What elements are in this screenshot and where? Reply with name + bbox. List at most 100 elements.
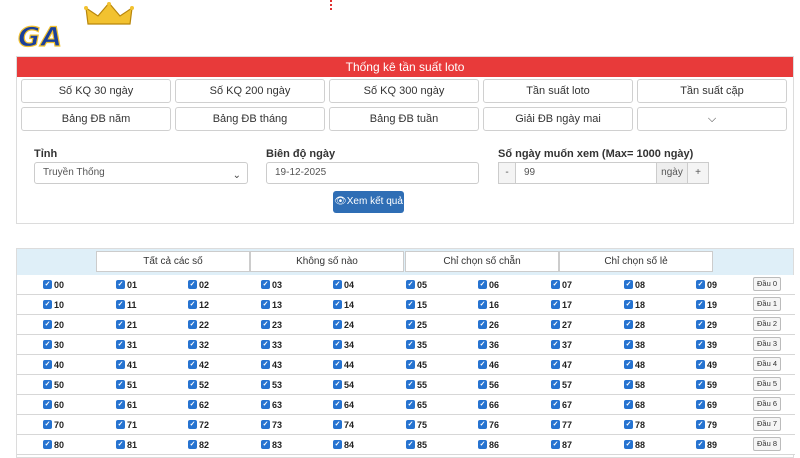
head-select-button[interactable]: Đầu 7 (753, 417, 781, 431)
filter-odd-button[interactable]: Chỉ chọn số lẻ (559, 251, 713, 272)
number-checkbox[interactable]: ✓ 44 (333, 359, 354, 371)
number-checkbox[interactable]: ✓ 71 (116, 419, 137, 431)
site-logo[interactable]: GA KING79 (16, 2, 191, 85)
number-checkbox[interactable]: ✓ 28 (624, 319, 645, 331)
number-checkbox[interactable]: ✓ 35 (406, 339, 427, 351)
province-select[interactable]: Truyền Thống ⌄ (34, 162, 248, 184)
head-select-button[interactable]: Đầu 2 (753, 317, 781, 331)
number-checkbox[interactable]: ✓ 32 (188, 339, 209, 351)
number-checkbox[interactable]: ✓ 75 (406, 419, 427, 431)
number-checkbox[interactable]: ✓ 09 (696, 279, 717, 291)
number-checkbox[interactable]: ✓ 39 (696, 339, 717, 351)
number-checkbox[interactable]: ✓ 14 (333, 299, 354, 311)
number-checkbox[interactable]: ✓ 20 (43, 319, 64, 331)
number-checkbox[interactable]: ✓ 83 (261, 439, 282, 451)
number-checkbox[interactable]: ✓ 05 (406, 279, 427, 291)
number-checkbox[interactable]: ✓ 85 (406, 439, 427, 451)
number-checkbox[interactable]: ✓ 18 (624, 299, 645, 311)
number-checkbox[interactable]: ✓ 42 (188, 359, 209, 371)
number-checkbox[interactable]: ✓ 03 (261, 279, 282, 291)
btn-tan-suat-cap[interactable]: Tần suất cặp (637, 79, 787, 103)
submit-button[interactable]: 👁Xem kết quả (333, 191, 404, 213)
btn-bang-db-nam[interactable]: Bảng ĐB năm (21, 107, 171, 131)
number-checkbox[interactable]: ✓ 15 (406, 299, 427, 311)
number-checkbox[interactable]: ✓ 29 (696, 319, 717, 331)
number-checkbox[interactable]: ✓ 73 (261, 419, 282, 431)
number-checkbox[interactable]: ✓ 22 (188, 319, 209, 331)
number-checkbox[interactable]: ✓ 67 (551, 399, 572, 411)
number-checkbox[interactable]: ✓ 66 (478, 399, 499, 411)
number-checkbox[interactable]: ✓ 57 (551, 379, 572, 391)
number-checkbox[interactable]: ✓ 72 (188, 419, 209, 431)
head-select-button[interactable]: Đầu 6 (753, 397, 781, 411)
number-checkbox[interactable]: ✓ 19 (696, 299, 717, 311)
number-checkbox[interactable]: ✓ 79 (696, 419, 717, 431)
date-field[interactable]: 19-12-2025 (266, 162, 479, 184)
head-select-button[interactable]: Đầu 0 (753, 277, 781, 291)
number-checkbox[interactable]: ✓ 55 (406, 379, 427, 391)
number-checkbox[interactable]: ✓ 10 (43, 299, 64, 311)
number-checkbox[interactable]: ✓ 80 (43, 439, 64, 451)
head-select-button[interactable]: Đầu 4 (753, 357, 781, 371)
number-checkbox[interactable]: ✓ 64 (333, 399, 354, 411)
head-select-button[interactable]: Đầu 3 (753, 337, 781, 351)
number-checkbox[interactable]: ✓ 00 (43, 279, 64, 291)
filter-all-button[interactable]: Tất cả các số (96, 251, 250, 272)
btn-so-kq-200[interactable]: Số KQ 200 ngày (175, 79, 325, 103)
number-checkbox[interactable]: ✓ 36 (478, 339, 499, 351)
head-select-button[interactable]: Đầu 1 (753, 297, 781, 311)
days-plus-button[interactable]: + (687, 162, 709, 184)
number-checkbox[interactable]: ✓ 59 (696, 379, 717, 391)
number-checkbox[interactable]: ✓ 61 (116, 399, 137, 411)
number-checkbox[interactable]: ✓ 56 (478, 379, 499, 391)
number-checkbox[interactable]: ✓ 31 (116, 339, 137, 351)
number-checkbox[interactable]: ✓ 78 (624, 419, 645, 431)
number-checkbox[interactable]: ✓ 38 (624, 339, 645, 351)
number-checkbox[interactable]: ✓ 87 (551, 439, 572, 451)
number-checkbox[interactable]: ✓ 37 (551, 339, 572, 351)
number-checkbox[interactable]: ✓ 07 (551, 279, 572, 291)
btn-so-kq-300[interactable]: Số KQ 300 ngày (329, 79, 479, 103)
btn-bang-db-thang[interactable]: Bảng ĐB tháng (175, 107, 325, 131)
number-checkbox[interactable]: ✓ 81 (116, 439, 137, 451)
number-checkbox[interactable]: ✓ 04 (333, 279, 354, 291)
number-checkbox[interactable]: ✓ 54 (333, 379, 354, 391)
days-minus-button[interactable]: - (498, 162, 516, 184)
number-checkbox[interactable]: ✓ 65 (406, 399, 427, 411)
number-checkbox[interactable]: ✓ 76 (478, 419, 499, 431)
number-checkbox[interactable]: ✓ 47 (551, 359, 572, 371)
number-checkbox[interactable]: ✓ 63 (261, 399, 282, 411)
number-checkbox[interactable]: ✓ 12 (188, 299, 209, 311)
number-checkbox[interactable]: ✓ 48 (624, 359, 645, 371)
btn-bang-db-tuan[interactable]: Bảng ĐB tuần (329, 107, 479, 131)
number-checkbox[interactable]: ✓ 16 (478, 299, 499, 311)
number-checkbox[interactable]: ✓ 62 (188, 399, 209, 411)
number-checkbox[interactable]: ✓ 74 (333, 419, 354, 431)
number-checkbox[interactable]: ✓ 25 (406, 319, 427, 331)
number-checkbox[interactable]: ✓ 77 (551, 419, 572, 431)
number-checkbox[interactable]: ✓ 46 (478, 359, 499, 371)
number-checkbox[interactable]: ✓ 06 (478, 279, 499, 291)
number-checkbox[interactable]: ✓ 70 (43, 419, 64, 431)
number-checkbox[interactable]: ✓ 41 (116, 359, 137, 371)
number-checkbox[interactable]: ✓ 11 (116, 299, 137, 311)
number-checkbox[interactable]: ✓ 58 (624, 379, 645, 391)
number-checkbox[interactable]: ✓ 50 (43, 379, 64, 391)
number-checkbox[interactable]: ✓ 24 (333, 319, 354, 331)
number-checkbox[interactable]: ✓ 51 (116, 379, 137, 391)
number-checkbox[interactable]: ✓ 02 (188, 279, 209, 291)
number-checkbox[interactable]: ✓ 21 (116, 319, 137, 331)
number-checkbox[interactable]: ✓ 52 (188, 379, 209, 391)
number-checkbox[interactable]: ✓ 82 (188, 439, 209, 451)
head-select-button[interactable]: Đầu 5 (753, 377, 781, 391)
btn-so-kq-30[interactable]: Số KQ 30 ngày (21, 79, 171, 103)
number-checkbox[interactable]: ✓ 01 (116, 279, 137, 291)
filter-even-button[interactable]: Chỉ chọn số chẵn (405, 251, 559, 272)
number-checkbox[interactable]: ✓ 69 (696, 399, 717, 411)
number-checkbox[interactable]: ✓ 88 (624, 439, 645, 451)
filter-none-button[interactable]: Không số nào (250, 251, 404, 272)
number-checkbox[interactable]: ✓ 40 (43, 359, 64, 371)
btn-tan-suat-loto[interactable]: Tần suất loto (483, 79, 633, 103)
number-checkbox[interactable]: ✓ 34 (333, 339, 354, 351)
number-checkbox[interactable]: ✓ 84 (333, 439, 354, 451)
